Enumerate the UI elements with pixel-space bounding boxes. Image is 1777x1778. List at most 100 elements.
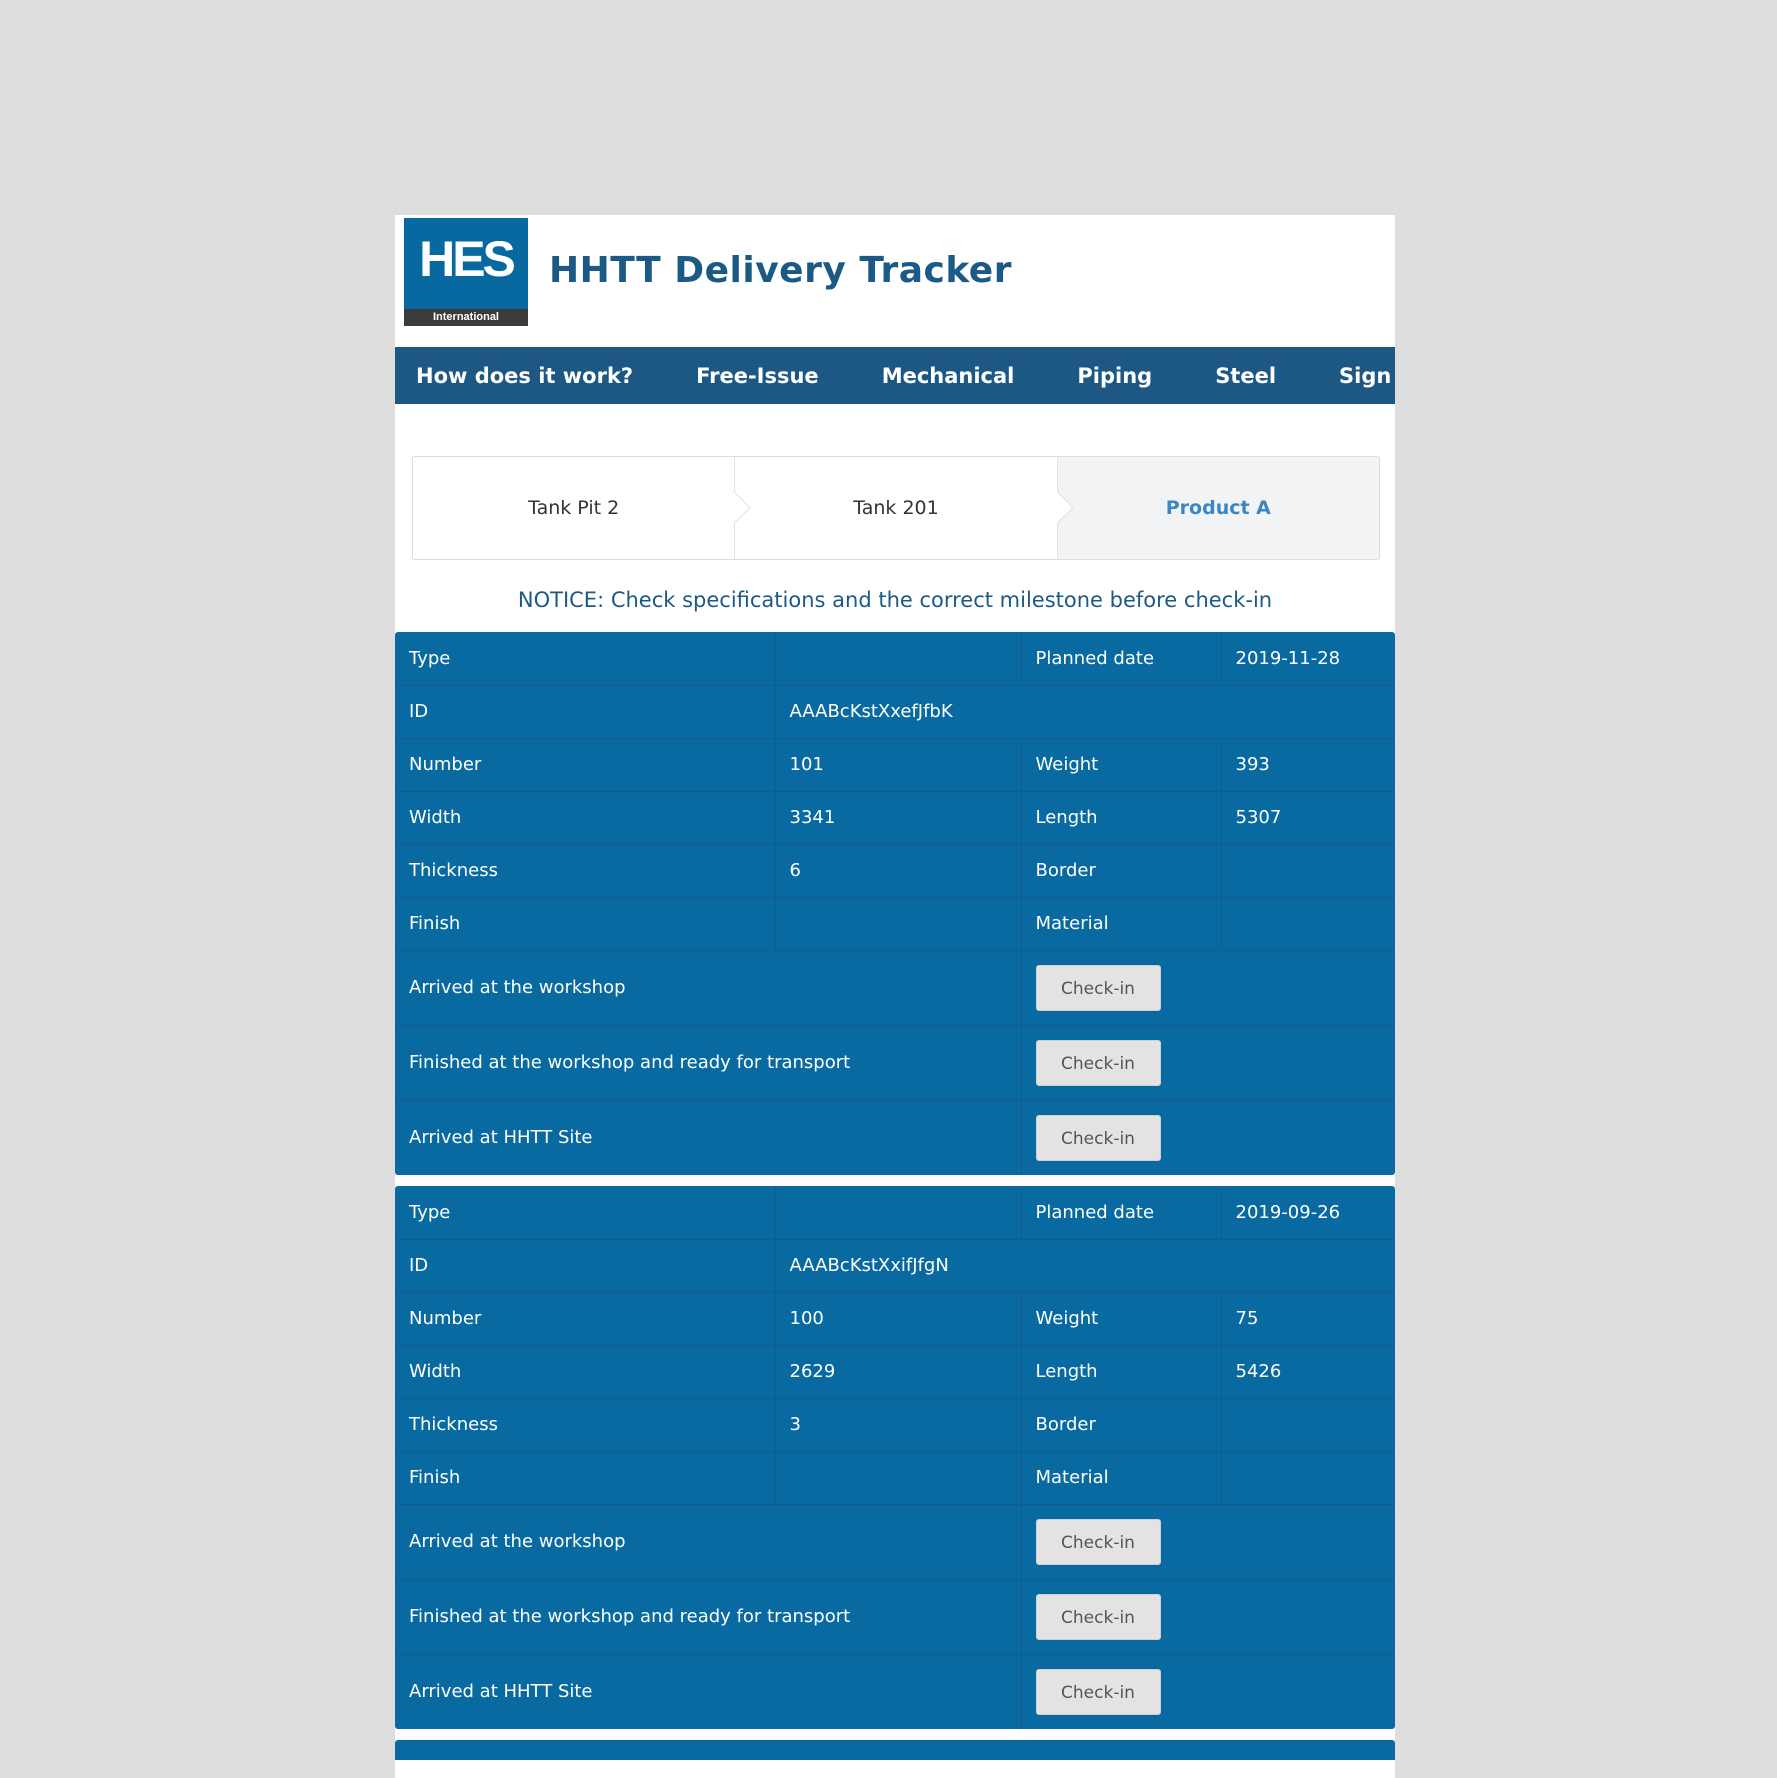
- thickness-label: Thickness: [395, 844, 776, 898]
- header: HES International HHTT Delivery Tracker: [395, 215, 1395, 347]
- width-label: Width: [395, 1345, 776, 1399]
- thickness-label: Thickness: [395, 1398, 776, 1452]
- width-label: Width: [395, 791, 776, 845]
- border-label: Border: [1021, 1398, 1222, 1452]
- weight-value: 393: [1221, 738, 1395, 792]
- milestone-action: Check-in: [1021, 950, 1395, 1026]
- milestone-row: Arrived at HHTT Site Check-in: [395, 1100, 1395, 1175]
- logo-text: HES: [419, 231, 516, 287]
- material-value: [1221, 1451, 1395, 1505]
- logo-subtext: International: [404, 309, 528, 326]
- record-table: Type Planned date 2019-11-28 ID AAABcKst…: [395, 632, 1395, 1175]
- length-value: 5307: [1221, 791, 1395, 845]
- notice-text: NOTICE: Check specifications and the cor…: [517, 588, 1273, 612]
- border-value: [1221, 844, 1395, 898]
- milestone-finished-workshop: Finished at the workshop and ready for t…: [395, 1579, 1022, 1655]
- number-value: 100: [775, 1292, 1022, 1346]
- table-row: Thickness 6 Border: [395, 844, 1395, 898]
- id-value: AAABcKstXxefJfbK: [775, 685, 1395, 739]
- table-row: ID AAABcKstXxifJfgN: [395, 1239, 1395, 1293]
- width-value: 2629: [775, 1345, 1022, 1399]
- weight-value: 75: [1221, 1292, 1395, 1346]
- finish-value: [775, 1451, 1022, 1505]
- border-label: Border: [1021, 844, 1222, 898]
- number-value: 101: [775, 738, 1022, 792]
- finish-value: [775, 897, 1022, 951]
- record-table: Type Planned date 2019-09-26 ID AAABcKst…: [395, 1186, 1395, 1729]
- checkin-button[interactable]: Check-in: [1035, 1039, 1161, 1086]
- record-card: Type Planned date 2019-11-28 ID AAABcKst…: [395, 632, 1395, 1175]
- table-row: Thickness 3 Border: [395, 1398, 1395, 1452]
- nav-free-issue[interactable]: Free-Issue: [696, 364, 819, 388]
- length-label: Length: [1021, 1345, 1222, 1399]
- checkin-button[interactable]: Check-in: [1035, 1114, 1161, 1161]
- planned-date-label: Planned date: [1021, 632, 1222, 686]
- milestone-row: Arrived at the workshop Check-in: [395, 1504, 1395, 1580]
- checkin-button[interactable]: Check-in: [1035, 1518, 1161, 1565]
- records-list: Type Planned date 2019-11-28 ID AAABcKst…: [395, 632, 1395, 1760]
- checkin-button[interactable]: Check-in: [1035, 1668, 1161, 1715]
- type-value: [775, 1186, 1022, 1240]
- thickness-value: 3: [775, 1398, 1022, 1452]
- company-logo[interactable]: HES International: [404, 218, 528, 326]
- weight-label: Weight: [1021, 738, 1222, 792]
- milestone-finished-workshop: Finished at the workshop and ready for t…: [395, 1025, 1022, 1101]
- finish-label: Finish: [395, 1451, 776, 1505]
- milestone-arrived-workshop: Arrived at the workshop: [395, 1504, 1022, 1580]
- milestone-row: Arrived at the workshop Check-in: [395, 950, 1395, 1026]
- nav-sign-out[interactable]: Sign Out: [1339, 364, 1395, 388]
- table-row: Number 101 Weight 393: [395, 738, 1395, 792]
- checkin-button[interactable]: Check-in: [1035, 1593, 1161, 1640]
- number-label: Number: [395, 1292, 776, 1346]
- nav-mechanical[interactable]: Mechanical: [882, 364, 1015, 388]
- table-row: Width 3341 Length 5307: [395, 791, 1395, 845]
- length-value: 5426: [1221, 1345, 1395, 1399]
- page-container: HES International HHTT Delivery Tracker …: [395, 215, 1395, 1778]
- milestone-action: Check-in: [1021, 1654, 1395, 1729]
- milestone-action: Check-in: [1021, 1025, 1395, 1101]
- id-label: ID: [395, 685, 776, 739]
- type-label: Type: [395, 1186, 776, 1240]
- table-row: Type Planned date 2019-11-28: [395, 632, 1395, 686]
- material-label: Material: [1021, 1451, 1222, 1505]
- type-value: [775, 632, 1022, 686]
- milestone-row: Finished at the workshop and ready for t…: [395, 1579, 1395, 1655]
- table-row: ID AAABcKstXxefJfbK: [395, 685, 1395, 739]
- table-row: Width 2629 Length 5426: [395, 1345, 1395, 1399]
- milestone-action: Check-in: [1021, 1504, 1395, 1580]
- weight-label: Weight: [1021, 1292, 1222, 1346]
- record-card-partial: [395, 1740, 1395, 1760]
- breadcrumb-product[interactable]: Product A: [1056, 457, 1379, 559]
- nav-steel[interactable]: Steel: [1215, 364, 1276, 388]
- table-row: Finish Material: [395, 897, 1395, 951]
- planned-date-value: 2019-09-26: [1221, 1186, 1395, 1240]
- breadcrumb-tank[interactable]: Tank 201: [734, 457, 1057, 559]
- milestone-action: Check-in: [1021, 1579, 1395, 1655]
- milestone-arrived-site: Arrived at HHTT Site: [395, 1100, 1022, 1175]
- nav-piping[interactable]: Piping: [1077, 364, 1152, 388]
- main-nav: How does it work? Free-Issue Mechanical …: [395, 347, 1395, 404]
- border-value: [1221, 1398, 1395, 1452]
- nav-how-it-works[interactable]: How does it work?: [416, 364, 633, 388]
- app-title: HHTT Delivery Tracker: [549, 250, 1012, 291]
- material-label: Material: [1021, 897, 1222, 951]
- breadcrumb-tank-pit[interactable]: Tank Pit 2: [413, 457, 735, 559]
- milestone-row: Arrived at HHTT Site Check-in: [395, 1654, 1395, 1729]
- finish-label: Finish: [395, 897, 776, 951]
- number-label: Number: [395, 738, 776, 792]
- milestone-row: Finished at the workshop and ready for t…: [395, 1025, 1395, 1101]
- checkin-button[interactable]: Check-in: [1035, 964, 1161, 1011]
- planned-date-label: Planned date: [1021, 1186, 1222, 1240]
- milestone-arrived-site: Arrived at HHTT Site: [395, 1654, 1022, 1729]
- planned-date-value: 2019-11-28: [1221, 632, 1395, 686]
- thickness-value: 6: [775, 844, 1022, 898]
- breadcrumb: Tank Pit 2 Tank 201 Product A: [412, 456, 1380, 560]
- width-value: 3341: [775, 791, 1022, 845]
- record-card: Type Planned date 2019-09-26 ID AAABcKst…: [395, 1186, 1395, 1729]
- type-label: Type: [395, 632, 776, 686]
- milestone-arrived-workshop: Arrived at the workshop: [395, 950, 1022, 1026]
- table-row: Number 100 Weight 75: [395, 1292, 1395, 1346]
- material-value: [1221, 897, 1395, 951]
- table-row: Finish Material: [395, 1451, 1395, 1505]
- id-value: AAABcKstXxifJfgN: [775, 1239, 1395, 1293]
